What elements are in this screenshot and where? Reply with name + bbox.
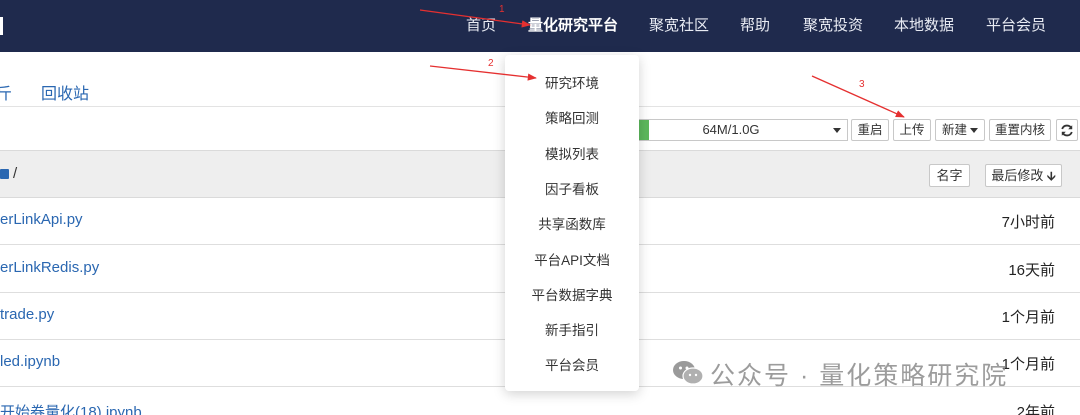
annotation-number-1: 1	[499, 4, 505, 15]
menu-item-api-docs[interactable]: 平台API文档	[505, 249, 639, 269]
research-platform-dropdown: 研究环境 策略回测 模拟列表 因子看板 共享函数库 平台API文档 平台数据字典…	[505, 55, 639, 391]
folder-icon	[0, 169, 9, 179]
new-button[interactable]: 新建	[935, 119, 985, 141]
nav-item-research-platform[interactable]: 量化研究平台	[528, 0, 618, 52]
file-name-link[interactable]: led.ipynb	[0, 353, 60, 370]
kernel-memory-select[interactable]: 64M/1.0G	[636, 119, 848, 141]
restart-button[interactable]: 重启	[851, 119, 889, 141]
menu-item-factor-board[interactable]: 因子看板	[505, 178, 639, 198]
menu-item-membership[interactable]: 平台会员	[505, 354, 639, 374]
file-name-link[interactable]: erLinkRedis.py	[0, 259, 99, 276]
annotation-number-3: 3	[859, 79, 865, 90]
reset-kernel-button[interactable]: 重置内核	[989, 119, 1051, 141]
menu-item-data-dictionary[interactable]: 平台数据字典	[505, 284, 639, 304]
menu-item-beginner-guide[interactable]: 新手指引	[505, 319, 639, 339]
breadcrumb-root[interactable]: /	[13, 165, 17, 182]
annotation-number-2: 2	[488, 58, 494, 69]
file-modified: 16天前	[1008, 262, 1055, 279]
chevron-down-icon	[833, 128, 841, 133]
menu-item-research-env[interactable]: 研究环境	[505, 72, 639, 92]
nav-item-community[interactable]: 聚宽社区	[649, 0, 709, 52]
chevron-down-icon	[970, 128, 978, 134]
wechat-icon	[673, 361, 704, 385]
file-name-link[interactable]: trade.py	[0, 306, 54, 323]
watermark-text: 公众号 · 量化策略研究院	[710, 362, 1009, 390]
nav-item-local-data[interactable]: 本地数据	[894, 0, 954, 52]
sort-by-modified-label: 最后修改	[991, 168, 1044, 183]
menu-item-strategy-backtest[interactable]: 策略回测	[505, 107, 639, 127]
top-navbar: 首页 量化研究平台 聚宽社区 帮助 聚宽投资 本地数据 平台会员	[0, 0, 1080, 52]
tab-recycle-bin[interactable]: 回收站	[41, 80, 89, 104]
file-name-link[interactable]: erLinkApi.py	[0, 211, 83, 228]
refresh-button[interactable]	[1056, 119, 1078, 141]
file-modified: 7小时前	[1001, 214, 1055, 231]
nav-item-investment[interactable]: 聚宽投资	[803, 0, 863, 52]
sort-by-modified-button[interactable]: 最后修改 🡫	[985, 164, 1062, 187]
navbar-logo-edge	[0, 17, 3, 35]
annotation-arrow-3	[811, 75, 905, 118]
refresh-icon	[1061, 124, 1073, 137]
nav-item-membership[interactable]: 平台会员	[986, 0, 1046, 52]
sort-by-name-button[interactable]: 名字	[929, 164, 970, 187]
nav-item-help[interactable]: 帮助	[740, 0, 770, 52]
file-modified: 1个月前	[1001, 309, 1055, 326]
nav-item-home[interactable]: 首页	[466, 0, 496, 52]
watermark: 公众号 · 量化策略研究院	[672, 354, 1052, 390]
upload-button[interactable]: 上传	[893, 119, 931, 141]
kernel-memory-text: 64M/1.0G	[702, 122, 760, 137]
menu-item-shared-functions[interactable]: 共享函数库	[505, 213, 639, 233]
arrow-down-icon: 🡫	[1047, 169, 1056, 183]
menu-item-simulation-list[interactable]: 模拟列表	[505, 143, 639, 163]
file-name-link[interactable]: 开始券量化(18).ipynb	[0, 401, 142, 415]
new-button-label: 新建	[941, 123, 967, 137]
file-row[interactable]: 开始券量化(18).ipynb 2年前	[0, 388, 1080, 415]
file-modified: 2年前	[1016, 404, 1055, 415]
tab-files[interactable]: 斤	[0, 80, 12, 104]
